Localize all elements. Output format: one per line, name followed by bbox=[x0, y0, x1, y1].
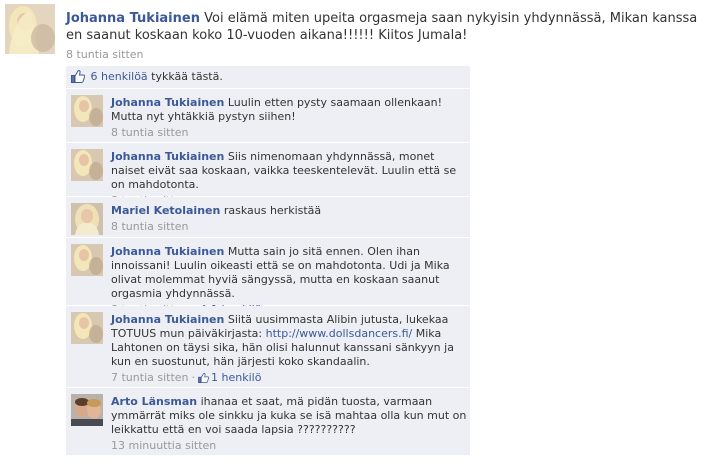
post-author-link[interactable]: Johanna Tukiainen bbox=[66, 11, 200, 26]
commenter-avatar[interactable] bbox=[71, 394, 103, 426]
comment-timestamp[interactable]: 7 tuntia sitten bbox=[111, 371, 189, 384]
commenter-avatar[interactable] bbox=[71, 203, 103, 235]
comment-author-link[interactable]: Arto Länsman bbox=[111, 395, 197, 408]
commenter-avatar[interactable] bbox=[71, 244, 103, 276]
comment-timestamp[interactable]: 8 tuntia sitten bbox=[111, 126, 189, 139]
comment-author-link[interactable]: Johanna Tukiainen bbox=[111, 150, 224, 163]
comment-author-link[interactable]: Johanna Tukiainen bbox=[111, 245, 224, 258]
comment: Johanna Tukiainen Luulin etten pysty saa… bbox=[66, 89, 470, 143]
external-link[interactable]: http://www.dollsdancers.fi/ bbox=[266, 327, 413, 340]
feedback-section: 6 henkilöä tykkää tästä. Johanna Tukiain… bbox=[66, 66, 470, 456]
likes-count-link[interactable]: 6 henkilöä bbox=[91, 70, 148, 83]
comment-author-link[interactable]: Mariel Ketolainen bbox=[111, 204, 220, 217]
comment: Johanna Tukiainen Siis nimenomaan yhdynn… bbox=[66, 143, 470, 207]
comment: Johanna Tukiainen Siitä uusimmasta Alibi… bbox=[66, 306, 470, 388]
comment-author-link[interactable]: Johanna Tukiainen bbox=[111, 313, 224, 326]
comment-likes-link[interactable]: 1 henkilö bbox=[211, 371, 261, 384]
comment-timestamp[interactable]: 8 tuntia sitten bbox=[111, 220, 189, 233]
post-timestamp[interactable]: 8 tuntia sitten bbox=[66, 46, 706, 63]
comment: Johanna Tukiainen Mutta sain jo sitä enn… bbox=[66, 238, 470, 316]
likes-bar: 6 henkilöä tykkää tästä. bbox=[66, 66, 470, 89]
avatar[interactable] bbox=[5, 4, 55, 54]
comment-text: raskaus herkistää bbox=[223, 204, 322, 217]
comment: Mariel Ketolainen raskaus herkistää 8 tu… bbox=[66, 197, 470, 238]
commenter-avatar[interactable] bbox=[71, 95, 103, 127]
separator-dot: · bbox=[191, 371, 196, 384]
comment: Arto Länsman ihanaa et saat, mä pidän tu… bbox=[66, 388, 470, 456]
commenter-avatar[interactable] bbox=[71, 149, 103, 181]
thumbs-up-icon bbox=[198, 373, 210, 387]
likes-suffix: tykkää tästä. bbox=[151, 70, 223, 83]
comment-author-link[interactable]: Johanna Tukiainen bbox=[111, 96, 224, 109]
thumbs-up-icon bbox=[71, 69, 86, 91]
comment-timestamp[interactable]: 13 minuuttia sitten bbox=[111, 439, 216, 452]
commenter-avatar[interactable] bbox=[71, 312, 103, 344]
